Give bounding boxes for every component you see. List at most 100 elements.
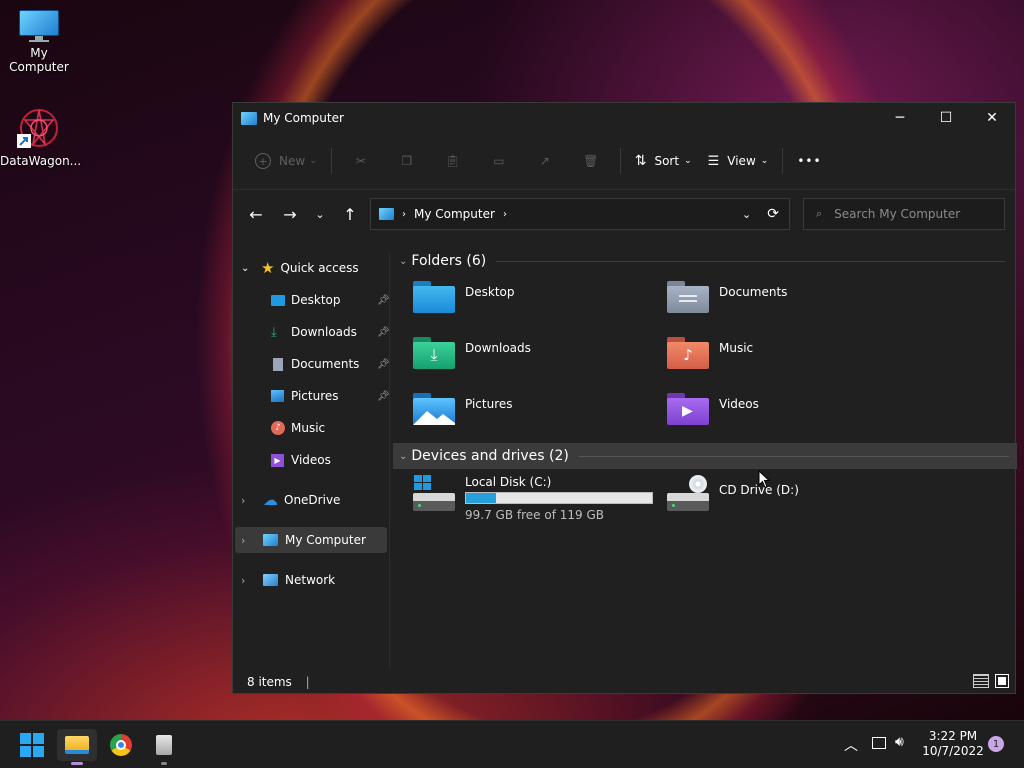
pin-icon: 📌︎ xyxy=(377,326,390,338)
sidebar-item-my-computer[interactable]: › My Computer xyxy=(235,527,387,553)
folder-item-desktop[interactable]: Desktop xyxy=(413,281,515,313)
details-view-icon[interactable] xyxy=(973,674,989,688)
folder-label: Pictures xyxy=(465,397,513,411)
folder-item-pictures[interactable]: Pictures xyxy=(413,393,513,425)
breadcrumb-separator: › xyxy=(502,208,507,220)
search-box[interactable]: ⌕ Search My Computer xyxy=(803,198,1005,230)
more-options-button[interactable]: ••• xyxy=(789,145,829,177)
chevron-right-icon: › xyxy=(241,493,246,507)
desktop-folder-icon xyxy=(413,281,455,313)
network-status-icon[interactable] xyxy=(872,737,886,749)
file-explorer-window: My Computer ─ ☐ ✕ + New ⌄ ✂ ❐ 📋︎ ▭ ↗ 🗑︎ … xyxy=(232,102,1017,694)
chevron-right-icon: › xyxy=(241,573,246,587)
taskbar: ︿ 🔊︎ 3:22 PM 10/7/2022 1 xyxy=(0,720,1024,768)
windows-logo-icon xyxy=(20,733,44,757)
search-input[interactable]: Search My Computer xyxy=(834,207,960,221)
sidebar-item-onedrive[interactable]: › ☁ OneDrive xyxy=(241,487,340,513)
music-folder-icon: ♪ xyxy=(667,337,709,369)
sidebar-item-downloads[interactable]: ⤓ Downloads 📌︎ xyxy=(271,319,390,345)
back-button[interactable]: ← xyxy=(241,199,271,229)
breadcrumb-my-computer[interactable]: My Computer xyxy=(414,207,495,221)
forward-button[interactable]: → xyxy=(275,199,305,229)
folder-item-documents[interactable]: Documents xyxy=(667,281,787,313)
chevron-right-icon: › xyxy=(241,533,246,547)
active-indicator xyxy=(71,762,83,765)
documents-folder-icon xyxy=(667,281,709,313)
cloud-icon: ☁ xyxy=(263,491,278,509)
chevron-down-icon: ⌄ xyxy=(684,156,692,166)
rename-icon[interactable]: ▭ xyxy=(489,151,509,171)
clock[interactable]: 3:22 PM 10/7/2022 xyxy=(918,729,988,759)
sort-button[interactable]: ⇅ Sort ⌄ xyxy=(627,145,700,177)
sidebar-item-label: Network xyxy=(285,573,336,587)
sidebar-item-label: Desktop xyxy=(291,293,341,307)
large-icons-view-icon[interactable] xyxy=(995,674,1009,688)
sidebar-item-network[interactable]: › Network xyxy=(241,567,335,593)
show-hidden-icons-button[interactable]: ︿ xyxy=(844,735,858,755)
navigation-pane: ⌄ ★ Quick access Desktop 📌︎ ⤓ Downloads … xyxy=(233,253,390,669)
datawagon-shortcut-icon xyxy=(17,106,61,150)
sidebar-item-videos[interactable]: ▶ Videos xyxy=(271,447,389,473)
start-button[interactable] xyxy=(12,729,52,761)
cut-icon[interactable]: ✂ xyxy=(351,151,371,171)
close-button[interactable]: ✕ xyxy=(969,103,1015,133)
taskbar-recycle-app[interactable] xyxy=(144,729,184,765)
paste-icon[interactable]: 📋︎ xyxy=(443,151,463,171)
view-button[interactable]: ☰ View ⌄ xyxy=(700,145,777,177)
devices-section-header[interactable]: ⌄ Devices and drives (2) xyxy=(393,443,1017,469)
address-bar[interactable]: › My Computer › ⌄ ⟳ xyxy=(370,198,790,230)
sort-button-label: Sort xyxy=(654,154,680,168)
folders-section-header[interactable]: ⌄ Folders (6) xyxy=(393,248,1013,274)
volume-icon[interactable]: 🔊︎ xyxy=(895,734,904,750)
folder-label: Downloads xyxy=(465,341,531,355)
view-button-label: View xyxy=(727,154,756,168)
share-icon[interactable]: ↗ xyxy=(535,151,555,171)
address-dropdown-icon[interactable]: ⌄ xyxy=(742,208,751,221)
sort-icon: ⇅ xyxy=(634,153,647,169)
folder-item-music[interactable]: ♪ Music xyxy=(667,337,753,369)
minimize-button[interactable]: ─ xyxy=(877,103,923,133)
copy-icon[interactable]: ❐ xyxy=(397,151,417,171)
drive-item-local-disk[interactable]: Local Disk (C:) 99.7 GB free of 119 GB xyxy=(413,475,653,522)
more-icon: ••• xyxy=(797,154,822,168)
refresh-icon[interactable]: ⟳ xyxy=(767,206,779,222)
folder-label: Videos xyxy=(719,397,759,411)
window-title: My Computer xyxy=(263,111,344,125)
sidebar-item-desktop[interactable]: Desktop 📌︎ xyxy=(271,287,390,313)
taskbar-chrome[interactable] xyxy=(101,729,141,761)
folder-item-videos[interactable]: ▶ Videos xyxy=(667,393,759,425)
downloads-folder-icon: ⤓ xyxy=(413,337,455,369)
notification-badge[interactable]: 1 xyxy=(988,736,1004,752)
desktop-icon-my-computer[interactable]: My Computer xyxy=(0,10,78,74)
folder-item-downloads[interactable]: ⤓ Downloads xyxy=(413,337,531,369)
sidebar-item-pictures[interactable]: Pictures 📌︎ xyxy=(271,383,390,409)
recent-locations-button[interactable]: ⌄ xyxy=(305,199,335,229)
download-arrow-icon: ⤓ xyxy=(271,324,277,340)
star-icon: ★ xyxy=(261,259,275,277)
sidebar-item-documents[interactable]: Documents 📌︎ xyxy=(271,351,390,377)
up-button[interactable]: ↑ xyxy=(335,199,365,229)
drive-item-cd[interactable]: CD Drive (D:) xyxy=(667,475,799,511)
sidebar-item-music[interactable]: ♪ Music xyxy=(271,415,389,441)
drive-free-space: 99.7 GB free of 119 GB xyxy=(465,508,604,522)
sidebar-item-quick-access[interactable]: ⌄ ★ Quick access xyxy=(241,255,359,281)
maximize-button[interactable]: ☐ xyxy=(923,103,969,133)
monitor-icon xyxy=(241,111,257,125)
desktop-icon-datawagon[interactable]: DataWagon... xyxy=(0,106,82,168)
notification-count: 1 xyxy=(992,738,1000,750)
desktop-folder-icon xyxy=(271,294,285,306)
drive-label: Local Disk (C:) xyxy=(465,475,552,489)
sidebar-item-label: My Computer xyxy=(285,533,366,547)
monitor-icon xyxy=(379,208,394,220)
sidebar-item-label: Pictures xyxy=(291,389,339,403)
taskbar-file-explorer[interactable] xyxy=(57,729,97,765)
desktop-icon-label: DataWagon... xyxy=(0,154,82,168)
title-bar[interactable]: My Computer ─ ☐ ✕ xyxy=(233,103,1015,133)
pin-icon: 📌︎ xyxy=(377,390,390,402)
delete-icon[interactable]: 🗑︎ xyxy=(581,151,601,171)
chrome-icon xyxy=(110,734,132,756)
new-button[interactable]: + New ⌄ xyxy=(247,145,325,177)
command-bar: + New ⌄ ✂ ❐ 📋︎ ▭ ↗ 🗑︎ ⇅ Sort ⌄ ☰ View ⌄ … xyxy=(233,133,1015,190)
desktop-icon-label: My Computer xyxy=(9,46,69,74)
picture-icon xyxy=(271,390,284,402)
